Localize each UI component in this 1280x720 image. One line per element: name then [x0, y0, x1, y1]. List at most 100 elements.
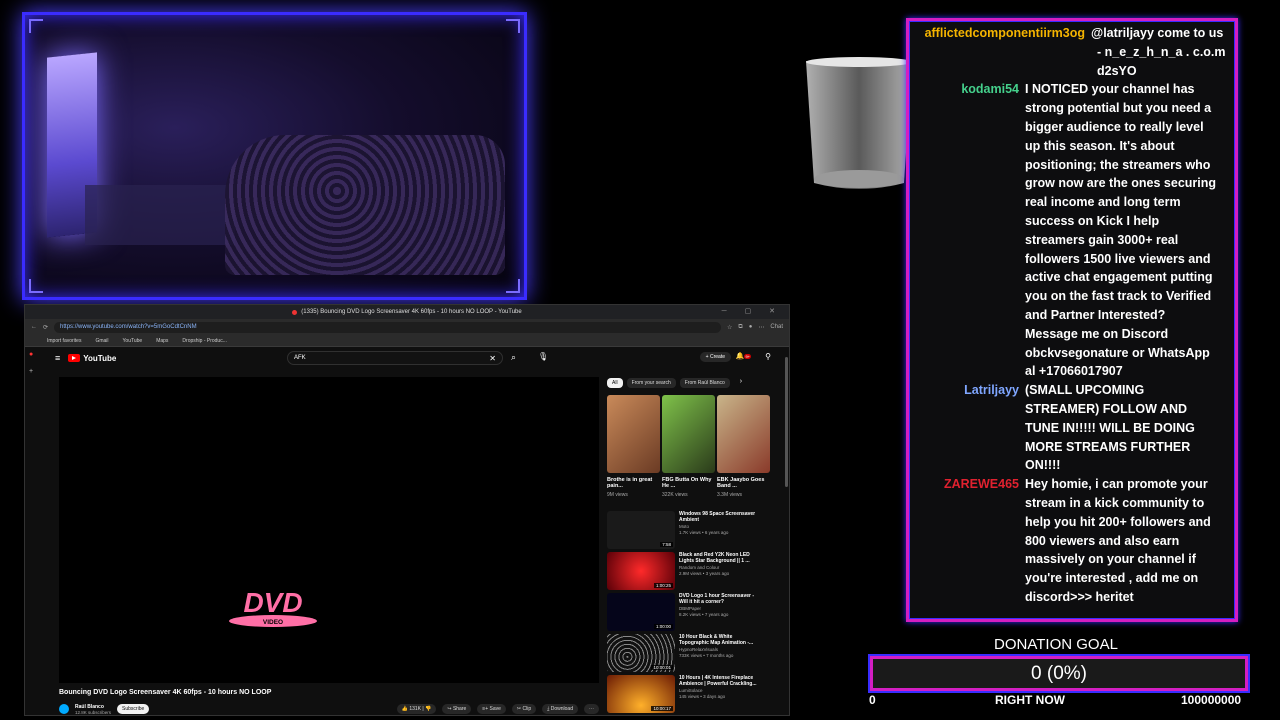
search-input[interactable]: AFK ✕ [287, 351, 503, 365]
youtube-header: ≡ YouTube AFK ✕ ⌕ 🎙 + Create 🔔9+ ⚲ [25, 347, 789, 369]
donation-current-label: RIGHT NOW [995, 693, 1065, 707]
search-icon[interactable]: ⌕ [511, 352, 516, 363]
chat-message-line: positioning; the streamers who [1025, 157, 1211, 172]
list-item[interactable]: 10:00:17 10 Hours | 4K Intense Fireplace… [607, 675, 763, 713]
webcam-desk [85, 185, 235, 245]
chat-message-text: I NOTICED your channel has strong potenti… [1025, 80, 1216, 381]
chat-message-line: (SMALL UPCOMING [1025, 383, 1145, 398]
more-actions-button[interactable]: ⋯ [584, 704, 599, 714]
tab-title: (1335) Bouncing DVD Logo Screensaver 4K … [301, 309, 522, 315]
video-player[interactable]: DVD VIDEO [59, 377, 599, 683]
donation-goal-title: DONATION GOAL [994, 636, 1118, 653]
chat-username[interactable]: afflictedcomponentiirm3og [909, 24, 1091, 80]
short-views: 9M views [607, 492, 628, 498]
youtube-logo[interactable]: YouTube [68, 354, 116, 363]
chat-panel[interactable]: afflictedcomponentiirm3og @latriljayy com… [906, 18, 1238, 622]
list-item[interactable]: 1:00:25 Black and Red Y2K Neon LED Light… [607, 552, 763, 590]
bookmark-item[interactable]: Import favorites [47, 338, 81, 344]
video-title: Bouncing DVD Logo Screensaver 4K 60fps -… [59, 689, 272, 696]
chat-message: kodami54 I NOTICED your channel has strong… [909, 80, 1235, 381]
chat-message-line: d2sYO [1097, 63, 1137, 78]
chips-next-icon[interactable]: › [740, 378, 742, 388]
chat-username[interactable]: ZAREWE465 [909, 475, 1025, 607]
extensions-icon[interactable]: ⧉ [738, 324, 742, 331]
profile-icon[interactable]: ● [749, 324, 753, 330]
copilot-chat-button[interactable]: Chat [770, 324, 783, 330]
subscribe-button[interactable]: Subscribe [117, 704, 150, 714]
chip-all[interactable]: All [607, 378, 623, 388]
chip-from-your-search[interactable]: From your search [626, 378, 676, 388]
short-item[interactable]: Brothe is in great pain... 9M views [607, 395, 660, 498]
bookmark-item[interactable]: Maps [156, 338, 168, 344]
reload-icon[interactable]: ⟳ [43, 324, 48, 331]
rec-thumbnail: 1:00:00 [607, 593, 675, 631]
chat-message: Latriljayy (SMALL UPCOMING STREAMER) FOLLO… [909, 381, 1235, 475]
hamburger-menu-icon[interactable]: ≡ [55, 353, 60, 363]
webcam-blanket [225, 135, 505, 275]
mic-icon[interactable]: 🎙 [538, 352, 548, 361]
rec-channel: HypnoRelaxVisuals [679, 647, 718, 652]
rec-title: Windows 98 Space Screensaver Ambient [679, 511, 756, 523]
create-button[interactable]: + Create [699, 352, 731, 362]
short-item[interactable]: FBG Butta On Why He ... 322K views [662, 395, 715, 498]
share-button[interactable]: ↪ Share [442, 704, 472, 714]
rec-duration: 1:00:25 [653, 583, 673, 588]
save-button[interactable]: ≡+ Save [477, 704, 506, 714]
chat-message-line: bigger audience to really level [1025, 119, 1204, 134]
short-thumbnail [662, 395, 715, 473]
back-icon[interactable]: ← [31, 324, 37, 330]
rec-meta: DVD Logo 1 hour Screensaver - Will it hi… [679, 593, 763, 631]
rec-meta: Windows 98 Space Screensaver Ambient Moto… [679, 511, 763, 549]
chat-messages: afflictedcomponentiirm3og @latriljayy com… [909, 21, 1235, 607]
recommendations-list: 7:58 Windows 98 Space Screensaver Ambien… [607, 511, 763, 713]
frame-corner [506, 19, 520, 33]
list-item[interactable]: 10:00:01 10 Hour Black & White Topograph… [607, 634, 763, 672]
search-value: AFK [294, 355, 306, 361]
short-title: Brothe is in great pain... [607, 477, 653, 490]
bookmark-item[interactable]: YouTube [123, 338, 143, 344]
rec-title: 10 Hour Black & White Topographic Map An… [679, 634, 754, 646]
chip-from-channel[interactable]: From Raúl Blanco [679, 378, 730, 388]
chat-message-line: MORE STREAMS FURTHER [1025, 439, 1191, 454]
clip-button[interactable]: ✂ Clip [511, 704, 537, 714]
dvd-logo-text: DVD [243, 587, 302, 618]
chat-message-line: 800 viewers and also earn [1025, 533, 1180, 548]
more-icon[interactable]: ⋯ [758, 324, 764, 331]
list-item[interactable]: 7:58 Windows 98 Space Screensaver Ambien… [607, 511, 763, 549]
youtube-logo-text: YouTube [83, 353, 117, 363]
chat-message-line: ON!!!! [1025, 458, 1061, 473]
short-item[interactable]: EBK Jaaybo Goes Band ... 3.3M views [717, 395, 770, 498]
add-tab-icon[interactable]: + [29, 368, 33, 375]
chat-message-line: massively on your channel if [1025, 552, 1196, 567]
chat-message-text: Hey homie, i can promote your stream in a… [1025, 475, 1211, 607]
url-field[interactable]: https://www.youtube.com/watch?v=5mGoCdtC… [54, 321, 721, 333]
rec-stats: 1.7K views • 6 years ago [679, 530, 729, 535]
chat-message-line: stream in a kick community to [1025, 495, 1205, 510]
clip-label: Clip [522, 706, 532, 712]
like-button[interactable]: 👍 131K | 👎 [396, 704, 437, 714]
bookmark-item[interactable]: Dropship - Produc... [182, 338, 226, 344]
download-button[interactable]: ⤓ Download [542, 704, 578, 714]
window-controls[interactable]: ─ ▢ ✕ [722, 307, 783, 315]
chat-message: ZAREWE465 Hey homie, i can promote your st… [909, 475, 1235, 607]
chat-message-text: (SMALL UPCOMING STREAMER) FOLLOW AND TUNE … [1025, 381, 1195, 475]
chat-message-line: you're interested , add me on [1025, 571, 1199, 586]
account-icon[interactable]: ⚲ [765, 352, 771, 361]
rec-title: DVD Logo 1 hour Screensaver - Will it hi… [679, 593, 755, 605]
chat-message-line: you on the fast track to Verified [1025, 289, 1212, 304]
chat-username[interactable]: kodami54 [909, 80, 1025, 381]
clear-search-icon[interactable]: ✕ [489, 354, 496, 363]
browser-window: (1335) Bouncing DVD Logo Screensaver 4K … [24, 304, 790, 716]
donation-value: 0 (0%) [1031, 662, 1087, 684]
bookmark-item[interactable]: Gmail [95, 338, 108, 344]
recording-dot-icon [292, 309, 298, 315]
channel-avatar[interactable] [59, 704, 69, 714]
chat-username[interactable]: Latriljayy [909, 381, 1025, 475]
rec-stats: 733K views • 7 months ago [679, 653, 734, 658]
scrollbar[interactable] [785, 357, 788, 487]
star-icon[interactable]: ☆ [727, 324, 732, 331]
list-item[interactable]: 1:00:00 DVD Logo 1 hour Screensaver - Wi… [607, 593, 763, 631]
notifications-icon[interactable]: 🔔9+ [736, 352, 751, 360]
frame-corner [29, 19, 43, 33]
dvd-logo: DVD VIDEO [229, 587, 317, 627]
